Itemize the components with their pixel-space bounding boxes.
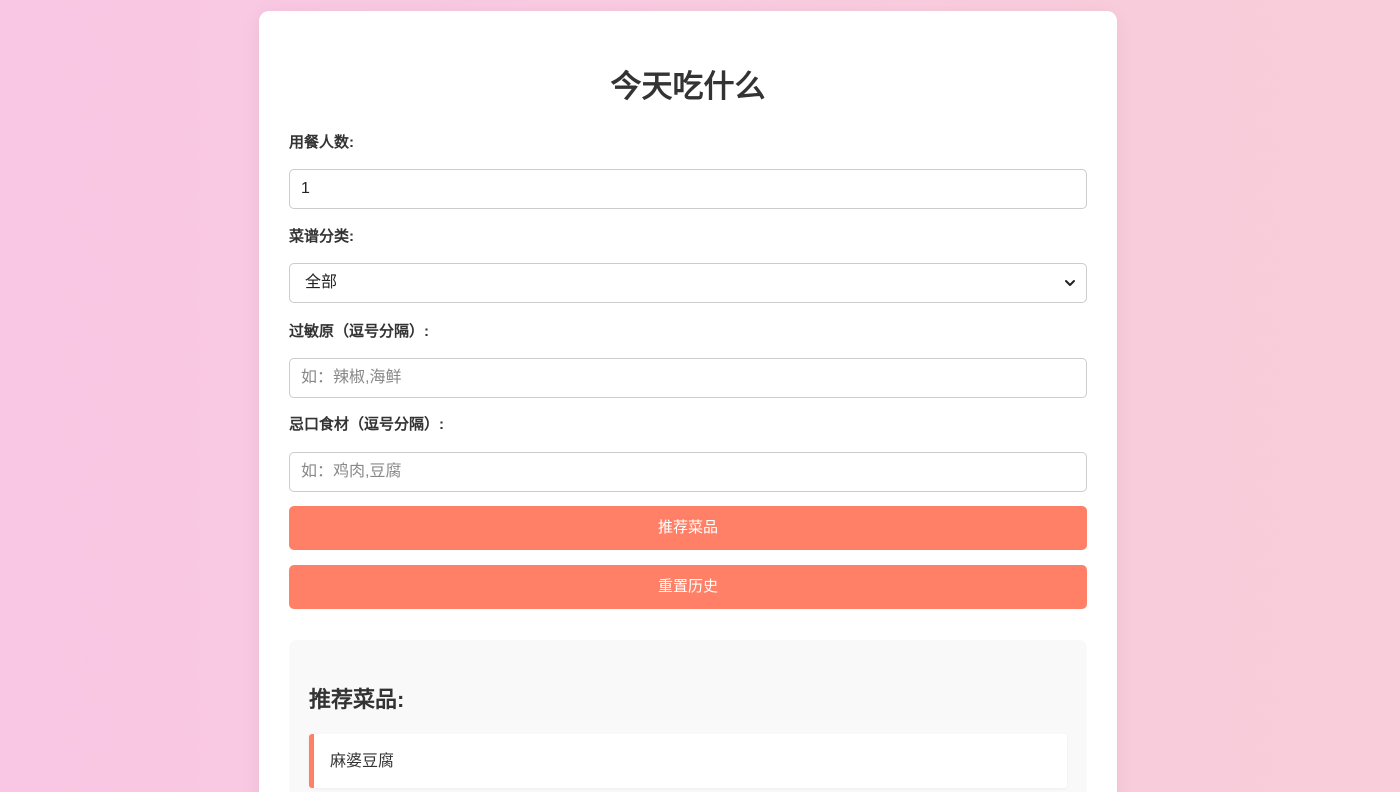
chevron-down-icon	[1065, 280, 1075, 286]
category-label: 菜谱分类:	[289, 228, 354, 245]
avoid-label: 忌口食材（逗号分隔）:	[289, 416, 444, 433]
diners-input[interactable]: 1	[289, 169, 1087, 209]
main-card: 今天吃什么 用餐人数: 1 菜谱分类: 全部 过敏原（逗号分隔）: 如：辣椒,海…	[259, 11, 1117, 792]
page-title: 今天吃什么	[610, 69, 766, 104]
avoid-placeholder: 如：鸡肉,豆腐	[301, 463, 402, 480]
category-selected-value: 全部	[305, 274, 338, 291]
category-select[interactable]: 全部	[289, 263, 1087, 303]
list-item: 麻婆豆腐	[309, 734, 1067, 788]
dish-name: 麻婆豆腐	[330, 753, 395, 770]
allergens-placeholder: 如：辣椒,海鲜	[301, 369, 402, 386]
result-panel: 推荐菜品: 麻婆豆腐	[289, 640, 1087, 792]
allergens-label: 过敏原（逗号分隔）:	[289, 323, 429, 340]
diners-value: 1	[301, 180, 310, 197]
reset-history-button[interactable]: 重置历史	[289, 565, 1087, 609]
diners-label: 用餐人数:	[289, 134, 354, 151]
avoid-input[interactable]: 如：鸡肉,豆腐	[289, 452, 1087, 492]
result-title: 推荐菜品:	[309, 687, 405, 712]
allergens-input[interactable]: 如：辣椒,海鲜	[289, 358, 1087, 398]
recommend-button[interactable]: 推荐菜品	[289, 506, 1087, 550]
